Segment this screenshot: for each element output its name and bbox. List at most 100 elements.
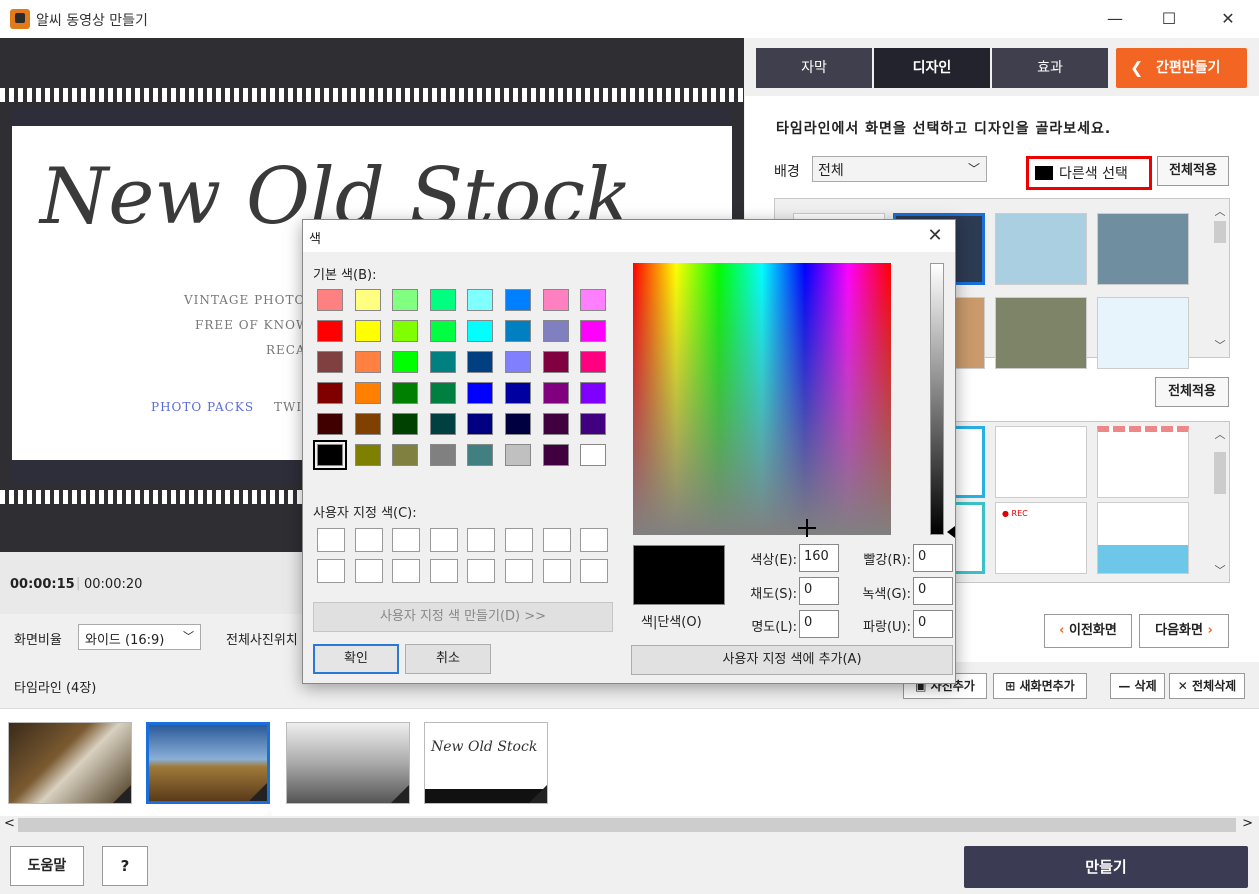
- scroll-down-icon[interactable]: ﹀: [1211, 562, 1229, 578]
- ratio-select[interactable]: 와이드 (16:9) ﹀: [78, 624, 201, 650]
- basic-color-swatch[interactable]: [317, 289, 343, 311]
- basic-color-swatch[interactable]: [354, 382, 381, 404]
- maximize-button[interactable]: ☐: [1146, 4, 1192, 34]
- timeline-scrollbar[interactable]: < >: [0, 816, 1259, 834]
- basic-color-swatch[interactable]: [429, 413, 456, 435]
- tab-effects[interactable]: 효과: [992, 48, 1108, 88]
- background-thumb[interactable]: [1097, 297, 1189, 369]
- blue-field[interactable]: 0: [913, 610, 953, 638]
- timeline-thumb[interactable]: [146, 722, 270, 804]
- basic-color-swatch[interactable]: [429, 320, 456, 342]
- basic-color-swatch[interactable]: [542, 444, 569, 466]
- timeline-thumb[interactable]: [286, 722, 410, 804]
- apply-all-background-button[interactable]: 전체적용: [1157, 156, 1229, 186]
- basic-color-swatch[interactable]: [505, 320, 531, 342]
- custom-color-swatch[interactable]: [392, 528, 421, 552]
- basic-color-swatch[interactable]: [542, 289, 569, 311]
- basic-color-swatch[interactable]: [392, 289, 419, 311]
- basic-color-swatch[interactable]: [505, 289, 531, 311]
- basic-color-swatch[interactable]: [580, 320, 607, 342]
- frame-thumb[interactable]: ● REC: [995, 502, 1087, 574]
- basic-color-swatch[interactable]: [354, 320, 381, 342]
- define-custom-colors-button[interactable]: 사용자 지정 색 만들기(D) >>: [313, 602, 613, 632]
- timeline-thumb[interactable]: New Old Stock: [424, 722, 548, 804]
- custom-color-swatch[interactable]: [467, 528, 496, 552]
- custom-color-swatch[interactable]: [392, 559, 421, 583]
- basic-color-swatch[interactable]: [392, 351, 419, 373]
- basic-color-swatch[interactable]: [467, 289, 494, 311]
- prev-screen-button[interactable]: ‹ 이전화면: [1044, 614, 1132, 648]
- dialog-close-button[interactable]: ✕: [915, 221, 955, 251]
- basic-color-swatch[interactable]: [580, 289, 607, 311]
- custom-color-swatch[interactable]: [429, 559, 458, 583]
- close-button[interactable]: ✕: [1205, 4, 1251, 34]
- gallery-scrollbar[interactable]: ︿ ﹀: [1211, 199, 1229, 357]
- scroll-up-icon[interactable]: ︿: [1211, 426, 1229, 442]
- custom-color-swatch[interactable]: [354, 528, 383, 552]
- basic-color-swatch[interactable]: [429, 289, 456, 311]
- custom-color-swatch[interactable]: [580, 559, 609, 583]
- basic-color-swatch[interactable]: [392, 444, 419, 466]
- basic-color-swatch[interactable]: [317, 320, 343, 342]
- add-screen-button[interactable]: ⊞ 새화면추가: [993, 673, 1087, 699]
- basic-color-swatch[interactable]: [467, 413, 494, 435]
- hue-field[interactable]: 160: [799, 544, 839, 572]
- timeline-thumb[interactable]: [8, 722, 132, 804]
- custom-color-swatch[interactable]: [505, 528, 533, 552]
- basic-color-swatch[interactable]: [542, 320, 569, 342]
- basic-color-swatch[interactable]: [467, 320, 494, 342]
- saturation-field[interactable]: 0: [799, 577, 839, 605]
- make-button[interactable]: 만들기: [964, 846, 1248, 888]
- background-thumb[interactable]: [1097, 213, 1189, 285]
- scroll-left-icon[interactable]: <: [4, 816, 15, 831]
- basic-color-swatch[interactable]: [429, 382, 456, 404]
- basic-color-swatch[interactable]: [429, 444, 456, 466]
- basic-color-swatch[interactable]: [467, 351, 494, 373]
- add-to-custom-colors-button[interactable]: 사용자 지정 색에 추가(A): [631, 645, 953, 675]
- basic-color-swatch[interactable]: [467, 444, 494, 466]
- frame-thumb[interactable]: [1097, 502, 1189, 574]
- basic-color-swatch[interactable]: [354, 351, 381, 373]
- color-spectrum[interactable]: [633, 263, 891, 535]
- basic-color-swatch[interactable]: [542, 351, 569, 373]
- basic-color-swatch[interactable]: [505, 444, 531, 466]
- green-field[interactable]: 0: [913, 577, 953, 605]
- basic-color-swatch[interactable]: [354, 444, 381, 466]
- custom-color-swatch[interactable]: [429, 528, 458, 552]
- basic-color-swatch[interactable]: [354, 289, 381, 311]
- luminance-arrow-icon[interactable]: [947, 526, 955, 538]
- basic-color-swatch[interactable]: [313, 440, 347, 470]
- scroll-thumb[interactable]: [18, 818, 1236, 832]
- gallery-scrollbar[interactable]: ︿ ﹀: [1211, 422, 1229, 582]
- next-screen-button[interactable]: 다음화면 ›: [1139, 614, 1229, 648]
- cancel-button[interactable]: 취소: [405, 644, 491, 674]
- scroll-up-icon[interactable]: ︿: [1211, 203, 1229, 219]
- tab-subtitle[interactable]: 자막: [756, 48, 872, 88]
- basic-color-swatch[interactable]: [542, 382, 569, 404]
- background-thumb[interactable]: [995, 213, 1087, 285]
- background-thumb[interactable]: [995, 297, 1087, 369]
- custom-color-swatch[interactable]: [467, 559, 496, 583]
- delete-all-button[interactable]: ✕ 전체삭제: [1169, 673, 1245, 699]
- frame-thumb[interactable]: [995, 426, 1087, 498]
- basic-color-swatch[interactable]: [542, 413, 569, 435]
- basic-color-swatch[interactable]: [317, 382, 343, 404]
- scroll-thumb[interactable]: [1214, 452, 1226, 494]
- basic-color-swatch[interactable]: [429, 351, 456, 373]
- basic-color-swatch[interactable]: [317, 351, 343, 373]
- basic-color-swatch[interactable]: [392, 382, 419, 404]
- scroll-thumb[interactable]: [1214, 221, 1226, 243]
- custom-color-swatch[interactable]: [505, 559, 533, 583]
- quick-make-button[interactable]: ❮ 간편만들기: [1116, 48, 1247, 88]
- basic-color-swatch[interactable]: [317, 413, 343, 435]
- basic-color-swatch[interactable]: [392, 413, 419, 435]
- apply-all-frame-button[interactable]: 전체적용: [1155, 377, 1229, 407]
- help-button[interactable]: 도움말: [10, 846, 84, 886]
- frame-thumb[interactable]: [1097, 426, 1189, 498]
- custom-color-swatch[interactable]: [542, 528, 571, 552]
- custom-color-swatch[interactable]: [354, 559, 383, 583]
- custom-color-swatch[interactable]: [542, 559, 571, 583]
- basic-color-swatch[interactable]: [467, 382, 494, 404]
- basic-color-swatch[interactable]: [392, 320, 419, 342]
- red-field[interactable]: 0: [913, 544, 953, 572]
